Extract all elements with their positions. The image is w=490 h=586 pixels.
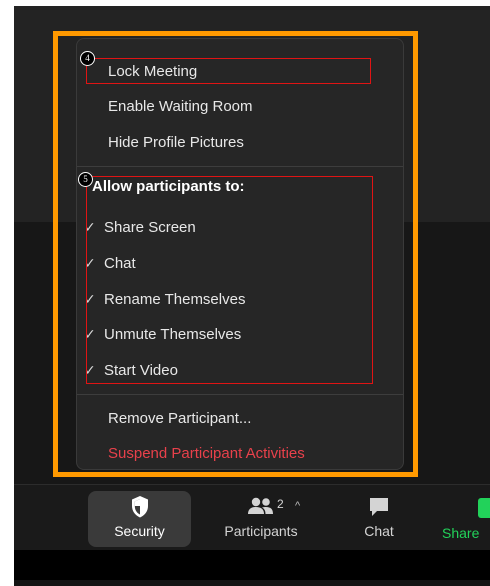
permission-chat[interactable]: ✓ Chat [84, 250, 136, 276]
participants-icon [248, 497, 273, 514]
check-icon: ✓ [84, 362, 96, 378]
hide-profile-pictures-item[interactable]: Hide Profile Pictures [108, 130, 244, 156]
lock-meeting-item[interactable]: Lock Meeting [108, 59, 197, 85]
participants-count: 2 [277, 497, 284, 511]
shield-icon [88, 495, 191, 521]
permission-label: Share Screen [104, 219, 196, 236]
check-icon: ✓ [84, 219, 96, 235]
permission-unmute-themselves[interactable]: ✓ Unmute Themselves [84, 321, 241, 347]
allow-participants-header: Allow participants to: [92, 178, 245, 195]
chat-bubble-icon [340, 495, 418, 521]
share-screen-button[interactable]: Share [440, 491, 490, 547]
check-icon: ✓ [84, 326, 96, 342]
security-label: Security [114, 523, 165, 539]
permission-label: Start Video [104, 362, 178, 379]
meeting-toolbar: Security 2 ^ Participants Chat Share [14, 484, 490, 550]
chat-label: Chat [364, 523, 394, 539]
participants-icon-row: 2 ^ [209, 495, 313, 521]
menu-divider [77, 394, 403, 395]
chevron-up-icon[interactable]: ^ [295, 500, 300, 512]
permission-label: Unmute Themselves [104, 326, 242, 343]
permission-label: Rename Themselves [104, 291, 246, 308]
chat-button[interactable]: Chat [340, 491, 418, 547]
check-icon: ✓ [84, 291, 96, 307]
suspend-participant-activities-item[interactable]: Suspend Participant Activities [108, 441, 305, 467]
permission-start-video[interactable]: ✓ Start Video [84, 357, 178, 383]
bottom-strip [14, 550, 490, 580]
annotation-badge-5: 5 [78, 172, 93, 187]
security-button[interactable]: Security [88, 491, 191, 547]
share-label: Share [442, 525, 480, 541]
remove-participant-item[interactable]: Remove Participant... [108, 406, 251, 432]
check-icon: ✓ [84, 255, 96, 271]
permission-rename-themselves[interactable]: ✓ Rename Themselves [84, 286, 245, 312]
annotation-badge-4: 4 [80, 51, 95, 66]
permission-label: Chat [104, 255, 136, 272]
participants-label: Participants [224, 523, 298, 539]
menu-divider [77, 166, 403, 167]
share-screen-icon [478, 498, 490, 518]
enable-waiting-room-item[interactable]: Enable Waiting Room [108, 94, 253, 120]
permission-share-screen[interactable]: ✓ Share Screen [84, 214, 196, 240]
participants-button[interactable]: 2 ^ Participants [209, 491, 313, 547]
